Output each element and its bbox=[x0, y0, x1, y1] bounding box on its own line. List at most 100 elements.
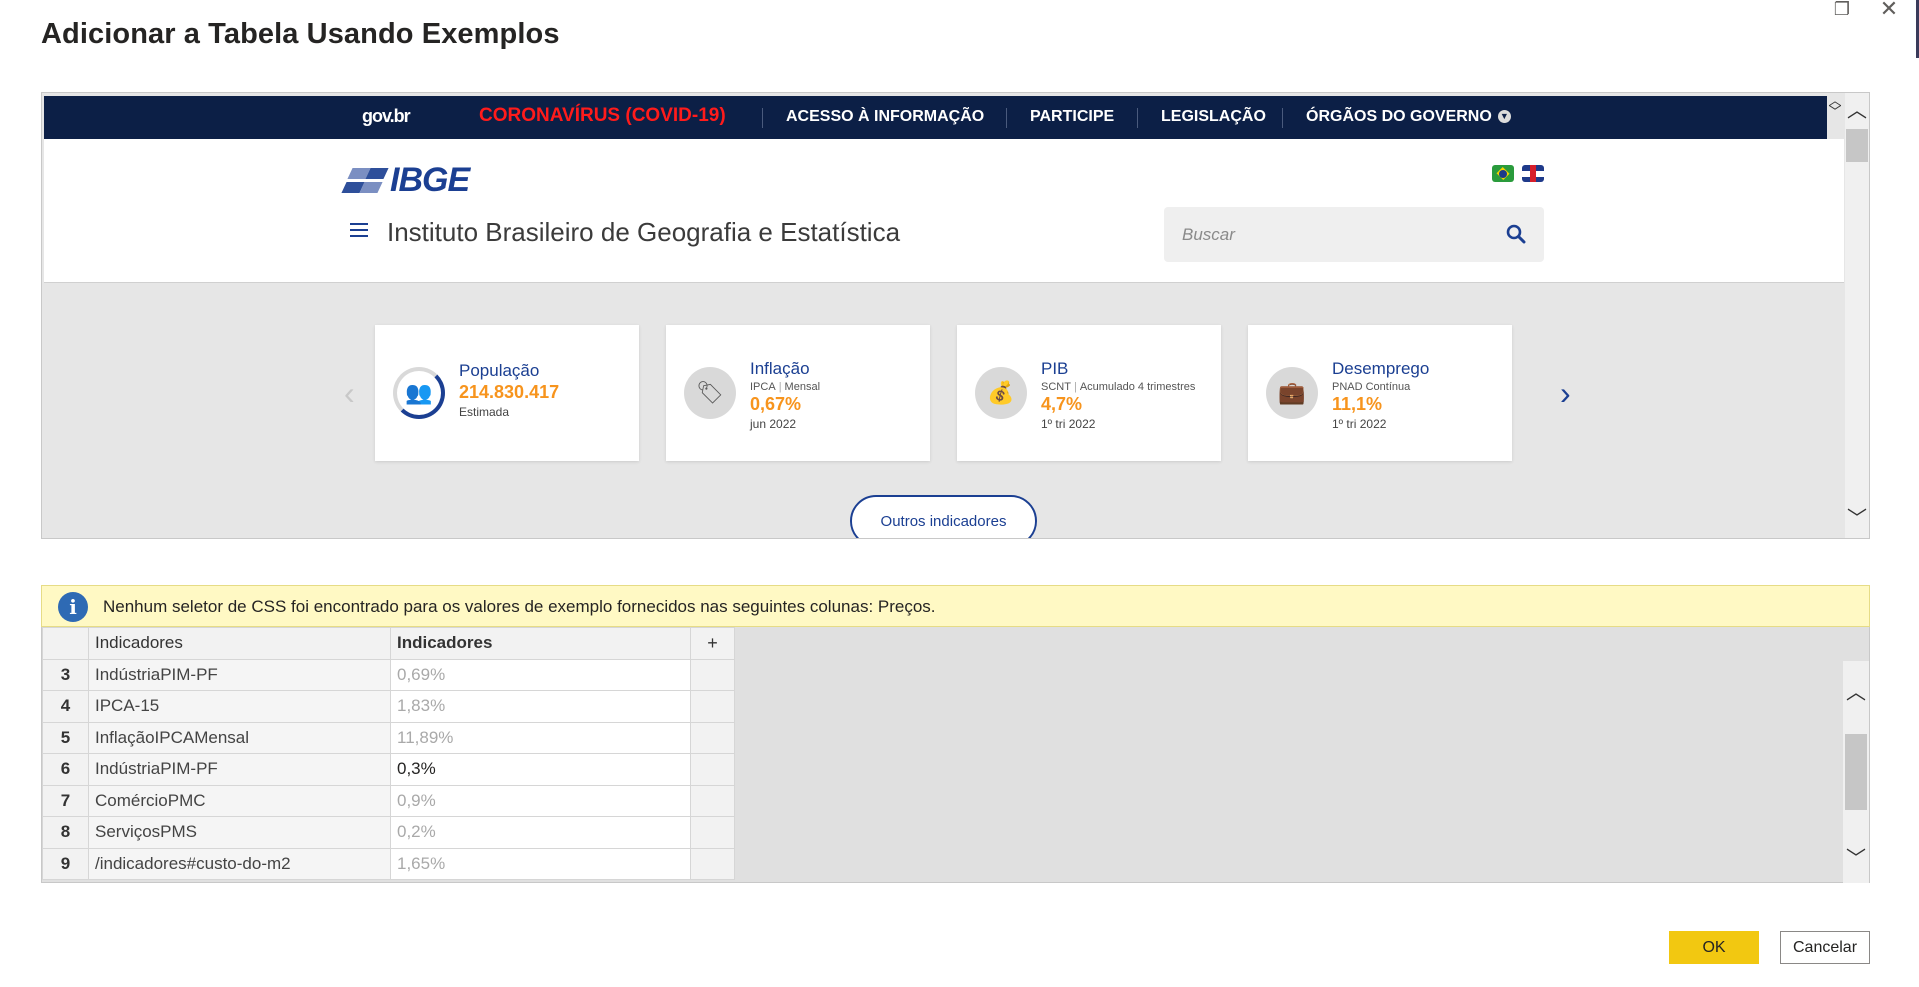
govbr-logo[interactable]: gov.br bbox=[362, 106, 411, 127]
example-table: Indicadores Indicadores + 3 IndústriaPIM… bbox=[42, 627, 735, 880]
example-cell[interactable]: 0,69% bbox=[390, 658, 691, 691]
info-banner: i Nenhum seletor de CSS foi encontrado p… bbox=[41, 585, 1870, 627]
people-icon: 👥 bbox=[393, 367, 445, 419]
card-note: 1º tri 2022 bbox=[1332, 417, 1387, 431]
search-box[interactable] bbox=[1164, 207, 1544, 262]
search-input[interactable] bbox=[1182, 221, 1482, 249]
scroll-down-icon[interactable]: ﹀ bbox=[1844, 849, 1868, 869]
carousel-next-icon[interactable]: › bbox=[1560, 375, 1571, 412]
row-index: 7 bbox=[42, 784, 89, 817]
column-header[interactable]: Indicadores bbox=[88, 627, 391, 660]
cancel-button[interactable]: Cancelar bbox=[1780, 931, 1870, 964]
row-index: 8 bbox=[42, 816, 89, 849]
scroll-up-icon[interactable]: ︿ bbox=[1845, 101, 1869, 121]
scroll-thumb[interactable] bbox=[1845, 734, 1867, 810]
card-body: Desemprego PNAD Contínua 11,1% 1º tri 20… bbox=[1332, 359, 1429, 431]
nav-participe[interactable]: PARTICIPE bbox=[1030, 108, 1114, 126]
empty-cell bbox=[690, 658, 735, 691]
row-index: 6 bbox=[42, 753, 89, 786]
table-header-row: Indicadores Indicadores + bbox=[42, 627, 735, 660]
row-index: 3 bbox=[42, 658, 89, 691]
close-icon[interactable]: ✕ bbox=[1877, 0, 1901, 20]
table-cell: ComércioPMC bbox=[88, 784, 391, 817]
nav-coronavirus[interactable]: CORONAVÍRUS (COVID-19) bbox=[479, 105, 726, 127]
ok-button[interactable]: OK bbox=[1669, 931, 1759, 964]
example-cell[interactable]: 0,9% bbox=[390, 784, 691, 817]
empty-cell bbox=[690, 690, 735, 723]
example-cell[interactable]: 1,65% bbox=[390, 847, 691, 880]
card-value: 4,7% bbox=[1041, 394, 1083, 414]
restore-icon[interactable]: ❐ bbox=[1830, 0, 1854, 20]
card-title: População bbox=[459, 361, 540, 380]
nav-orgaos-governo[interactable]: ÓRGÃOS DO GOVERNO ▼ bbox=[1306, 108, 1511, 126]
scroll-up-icon[interactable]: ︿ bbox=[1844, 683, 1868, 703]
table-scrollbar[interactable]: ︿ ﹀ bbox=[1843, 661, 1869, 883]
table-row: 9 /indicadores#custo-do-m2 1,65% bbox=[42, 847, 735, 880]
brazil-flag-icon[interactable] bbox=[1492, 165, 1514, 182]
card-title: Desemprego bbox=[1332, 359, 1430, 378]
card-value: 11,1% bbox=[1332, 394, 1383, 414]
empty-cell bbox=[690, 721, 735, 754]
add-table-dialog: Adicionar a Tabela Usando Exemplos ❐ ✕ g… bbox=[0, 0, 1919, 987]
web-preview[interactable]: gov.br CORONAVÍRUS (COVID-19) ACESSO À I… bbox=[41, 92, 1870, 539]
outros-indicadores-button[interactable]: Outros indicadores bbox=[850, 495, 1037, 538]
card-body: PIB SCNT | Acumulado 4 trimestres 4,7% 1º … bbox=[1041, 359, 1195, 431]
indicator-card-inflacao[interactable]: 🏷 Inflação IPCA | Mensal 0,67% jun 2022 bbox=[666, 325, 930, 461]
price-tag-icon: 🏷 bbox=[684, 367, 736, 419]
card-note: 1º tri 2022 bbox=[1041, 417, 1096, 431]
empty-cell bbox=[690, 784, 735, 817]
row-index: 4 bbox=[42, 690, 89, 723]
example-cell[interactable]: 11,89% bbox=[390, 721, 691, 754]
nav-acesso-informacao[interactable]: ACESSO À INFORMAÇÃO bbox=[786, 108, 984, 126]
table-cell: IndústriaPIM-PF bbox=[88, 753, 391, 786]
add-column-button[interactable]: + bbox=[690, 627, 735, 660]
row-index: 9 bbox=[42, 847, 89, 880]
ibge-logo-mark bbox=[341, 167, 389, 194]
index-header bbox=[42, 627, 89, 660]
hamburger-menu-icon[interactable] bbox=[350, 223, 368, 237]
card-body: Inflação IPCA | Mensal 0,67% jun 2022 bbox=[750, 359, 820, 431]
carousel-prev-icon[interactable]: ‹ bbox=[344, 375, 355, 412]
money-bag-icon: 💰 bbox=[975, 367, 1027, 419]
table-row: 7 ComércioPMC 0,9% bbox=[42, 784, 735, 817]
ibge-logo[interactable]: IBGE bbox=[341, 161, 470, 200]
table-cell: InflaçãoIPCAMensal bbox=[88, 721, 391, 754]
nav-separator bbox=[762, 108, 763, 128]
empty-cell bbox=[690, 816, 735, 849]
card-title: Inflação bbox=[750, 359, 810, 378]
search-icon[interactable] bbox=[1506, 224, 1526, 244]
card-sub: PNAD Contínua bbox=[1332, 381, 1411, 393]
example-cell[interactable]: 1,83% bbox=[390, 690, 691, 723]
site-name: Instituto Brasileiro de Geografia e Esta… bbox=[387, 217, 901, 247]
scroll-down-icon[interactable]: ﹀ bbox=[1845, 509, 1869, 529]
nav-legislacao[interactable]: LEGISLAÇÃO bbox=[1161, 108, 1266, 126]
table-row: 6 IndústriaPIM-PF 0,3% bbox=[42, 753, 735, 786]
empty-cell bbox=[690, 847, 735, 880]
double-chevron-icon[interactable]: ︿ ﹀ bbox=[1826, 94, 1844, 118]
indicator-card-pib[interactable]: 💰 PIB SCNT | Acumulado 4 trimestres 4,7% 1… bbox=[957, 325, 1221, 461]
info-message: Nenhum seletor de CSS foi encontrado par… bbox=[103, 597, 936, 616]
column-header[interactable]: Indicadores bbox=[390, 627, 691, 660]
ibge-logo-text: IBGE bbox=[390, 161, 470, 199]
info-icon: i bbox=[58, 592, 88, 622]
card-value: 0,67% bbox=[750, 394, 802, 414]
govbr-topbar: gov.br CORONAVÍRUS (COVID-19) ACESSO À I… bbox=[44, 96, 1827, 139]
indicator-card-populacao[interactable]: 👥 População 214.830.417 Estimada bbox=[375, 325, 639, 461]
table-row: 3 IndústriaPIM-PF 0,69% bbox=[42, 658, 735, 691]
uk-flag-icon[interactable] bbox=[1522, 165, 1544, 182]
ibge-header: IBGE Instituto Brasileiro de Geografia e… bbox=[44, 139, 1844, 283]
nav-separator bbox=[1282, 108, 1283, 128]
example-cell[interactable]: 0,3% bbox=[390, 753, 691, 786]
card-sub: IPCA | Mensal bbox=[750, 381, 821, 393]
card-title: PIB bbox=[1041, 359, 1069, 378]
table-row: 5 InflaçãoIPCAMensal 11,89% bbox=[42, 721, 735, 754]
nav-orgaos-label: ÓRGÃOS DO GOVERNO bbox=[1306, 108, 1492, 125]
example-cell[interactable]: 0,2% bbox=[390, 816, 691, 849]
table-cell: ServiçosPMS bbox=[88, 816, 391, 849]
card-note: jun 2022 bbox=[750, 417, 797, 431]
table-row: 8 ServiçosPMS 0,2% bbox=[42, 816, 735, 849]
scroll-thumb[interactable] bbox=[1846, 129, 1868, 162]
table-cell: IndústriaPIM-PF bbox=[88, 658, 391, 691]
indicator-card-desemprego[interactable]: 💼 Desemprego PNAD Contínua 11,1% 1º tri … bbox=[1248, 325, 1512, 461]
web-preview-scrollbar[interactable]: ︿ ﹀ bbox=[1845, 93, 1869, 538]
